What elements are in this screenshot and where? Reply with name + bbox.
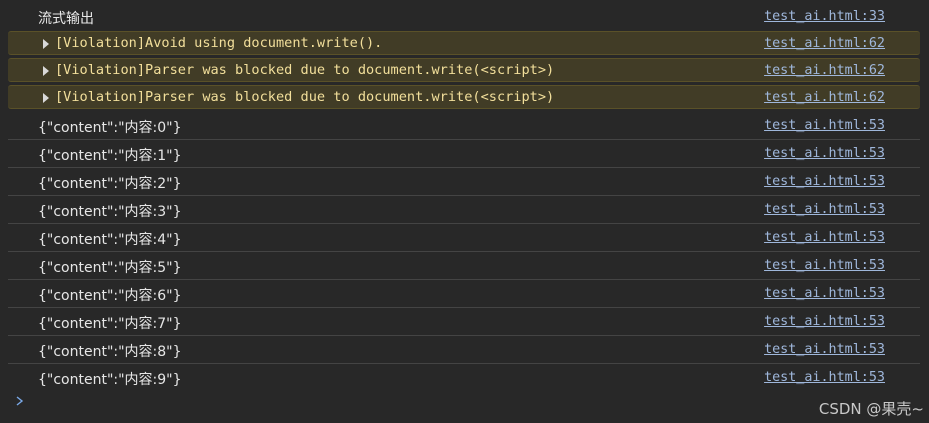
violation-text: [Violation]Avoid using document.write(). — [55, 35, 383, 51]
console-message-header: 流式输出 test_ai.html:33 — [8, 4, 920, 28]
source-link[interactable]: test_ai.html:53 — [764, 174, 885, 189]
source-link[interactable]: test_ai.html:53 — [764, 342, 885, 357]
log-text: {"content":"内容:8"} — [38, 344, 182, 360]
source-link[interactable]: test_ai.html:53 — [764, 118, 885, 133]
expand-triangle-icon[interactable] — [43, 93, 49, 103]
message-text: 流式输出 — [38, 11, 94, 27]
violation-text: [Violation]Parser was blocked due to doc… — [55, 89, 555, 105]
log-message: {"content":"内容:8"} test_ai.html:53 — [8, 336, 920, 364]
source-link[interactable]: test_ai.html:62 — [764, 36, 885, 51]
log-text: {"content":"内容:3"} — [38, 204, 182, 220]
log-message: {"content":"内容:1"} test_ai.html:53 — [8, 140, 920, 168]
log-message: {"content":"内容:7"} test_ai.html:53 — [8, 308, 920, 336]
source-link[interactable]: test_ai.html:53 — [764, 230, 885, 245]
source-link[interactable]: test_ai.html:62 — [764, 63, 885, 78]
log-text: {"content":"内容:1"} — [38, 148, 182, 164]
log-text: {"content":"内容:4"} — [38, 232, 182, 248]
source-link[interactable]: test_ai.html:53 — [764, 286, 885, 301]
log-text: {"content":"内容:9"} — [38, 372, 182, 388]
source-link[interactable]: test_ai.html:53 — [764, 258, 885, 273]
log-text: {"content":"内容:2"} — [38, 176, 182, 192]
source-link[interactable]: test_ai.html:53 — [764, 314, 885, 329]
violation-message[interactable]: [Violation]Parser was blocked due to doc… — [8, 58, 920, 82]
violation-text: [Violation]Parser was blocked due to doc… — [55, 62, 555, 78]
source-link[interactable]: test_ai.html:33 — [764, 9, 885, 24]
log-message: {"content":"内容:2"} test_ai.html:53 — [8, 168, 920, 196]
violation-message[interactable]: [Violation]Parser was blocked due to doc… — [8, 85, 920, 109]
log-message: {"content":"内容:9"} test_ai.html:53 — [8, 364, 920, 392]
log-text: {"content":"内容:5"} — [38, 260, 182, 276]
log-message: {"content":"内容:0"} test_ai.html:53 — [8, 112, 920, 140]
chevron-right-icon[interactable] — [15, 393, 25, 409]
log-message: {"content":"内容:5"} test_ai.html:53 — [8, 252, 920, 280]
log-message: {"content":"内容:6"} test_ai.html:53 — [8, 280, 920, 308]
source-link[interactable]: test_ai.html:53 — [764, 146, 885, 161]
log-message: {"content":"内容:3"} test_ai.html:53 — [8, 196, 920, 224]
source-link[interactable]: test_ai.html:53 — [764, 202, 885, 217]
log-text: {"content":"内容:7"} — [38, 316, 182, 332]
expand-triangle-icon[interactable] — [43, 66, 49, 76]
source-link[interactable]: test_ai.html:62 — [764, 90, 885, 105]
violation-message[interactable]: [Violation]Avoid using document.write().… — [8, 31, 920, 55]
log-text: {"content":"内容:6"} — [38, 288, 182, 304]
log-message: {"content":"内容:4"} test_ai.html:53 — [8, 224, 920, 252]
expand-triangle-icon[interactable] — [43, 39, 49, 49]
log-text: {"content":"内容:0"} — [38, 120, 182, 136]
watermark: CSDN @果壳~ — [818, 400, 924, 418]
source-link[interactable]: test_ai.html:53 — [764, 370, 885, 385]
devtools-console: 流式输出 test_ai.html:33 [Violation]Avoid us… — [0, 0, 929, 423]
